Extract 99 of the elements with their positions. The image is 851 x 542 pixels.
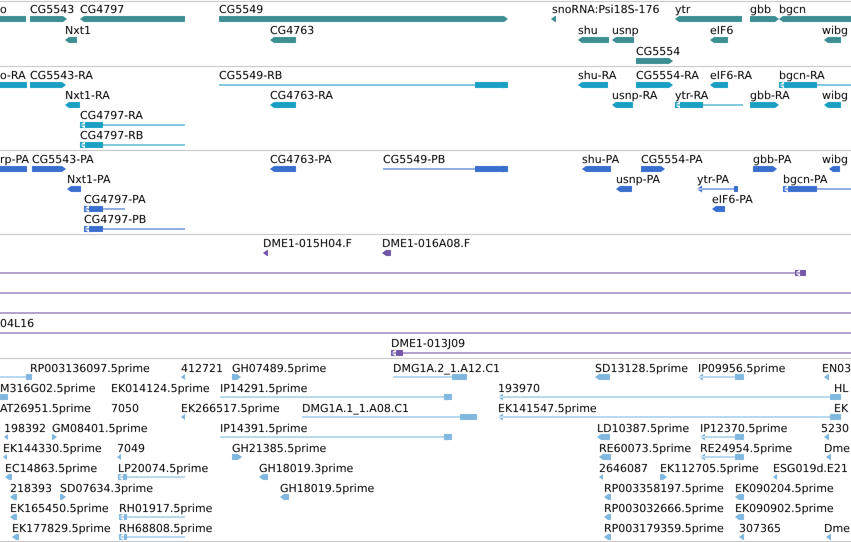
- feature-label: gbb-RA: [750, 89, 790, 102]
- feature-label: ytr-RA: [675, 89, 708, 102]
- feature-label: SD13128.5prime: [595, 362, 688, 375]
- feature-label: shu-PA: [582, 153, 620, 166]
- feature-label: DME1-015H04.F: [263, 237, 352, 250]
- feature-label: DME1-016A08.F: [382, 237, 470, 250]
- feature-label: CG4797: [80, 3, 124, 16]
- feature-label: DMG1A.1_1.A08.C1: [302, 402, 410, 415]
- feature-label: 7049: [117, 442, 145, 455]
- feature-label: EC14863.5prime: [5, 462, 98, 475]
- feature-label: DMG1A.2_1.A12.C1: [393, 362, 500, 375]
- feature-label: EN03: [822, 362, 851, 375]
- feature-label: eIF6-RA: [710, 69, 752, 82]
- feature-label: CG4797-PA: [84, 193, 146, 206]
- feature-label: CG5543-PA: [32, 153, 94, 166]
- feature-label: CG4797-RA: [80, 109, 143, 122]
- feature-label: GH18019.3prime: [259, 462, 354, 475]
- feature-label: CG5549: [219, 3, 264, 16]
- feature-label: gbb-PA: [753, 153, 792, 166]
- feature-label: 412721: [181, 362, 223, 375]
- feature-label: 218393: [10, 482, 52, 495]
- feature-label: 307365: [739, 522, 781, 535]
- feature-label: DME1-013J09: [391, 337, 466, 350]
- feature-label: CG5543-RA: [30, 69, 93, 82]
- feature-label: ytr-PA: [697, 173, 730, 186]
- feature-label: 04L16: [0, 317, 34, 330]
- feature-label: GM08401.5prime: [52, 422, 148, 435]
- feature-label: LD10387.5prime: [597, 422, 690, 435]
- feature-label: Dme: [824, 522, 850, 535]
- feature-label: IP12370.5prime: [700, 422, 788, 435]
- feature-label: bgcn-PA: [783, 173, 828, 186]
- feature-label: CG5554-PA: [641, 153, 703, 166]
- feature-label: ytr: [675, 3, 690, 16]
- feature-label: Dme: [824, 442, 850, 455]
- feature-label: IP14391.5prime: [220, 422, 308, 435]
- feature-label: 7050: [111, 402, 139, 415]
- feature-label: EK165450.5prime: [10, 502, 109, 515]
- feature-label: 198392: [4, 422, 46, 435]
- feature-label: CG5549-RB: [219, 69, 282, 82]
- feature-label: Nxt1: [65, 24, 92, 37]
- feature-label: eIF6: [710, 24, 734, 37]
- feature-label: RH68808.5prime: [119, 522, 212, 535]
- feature-label: CG4763-RA: [270, 89, 333, 102]
- feature-label: M316G02.5prime: [0, 382, 96, 395]
- feature-label: 193970: [498, 382, 540, 395]
- feature-label: EK112705.5prime: [660, 462, 759, 475]
- feature-label: RP003358197.5prime: [604, 482, 724, 495]
- feature-label: RE24954.5prime: [700, 442, 792, 455]
- feature-label: snoRNA:Psi18S-176: [552, 3, 660, 16]
- feature-label: CG5554-RA: [636, 69, 699, 82]
- feature-label: HL: [834, 382, 848, 395]
- feature-label: o: [0, 3, 7, 16]
- feature-label: IP14291.5prime: [220, 382, 308, 395]
- feature-label: EK090902.5prime: [735, 502, 834, 515]
- feature-label: wibg: [822, 89, 848, 102]
- feature-label: wibg: [822, 24, 848, 37]
- feature-label: AT26951.5prime: [0, 402, 91, 415]
- feature-label: RP003136097.5prime: [30, 362, 150, 375]
- feature-label: RE60073.5prime: [599, 442, 692, 455]
- feature-label: GH07489.5prime: [232, 362, 326, 375]
- feature-label: gbb: [750, 3, 771, 16]
- feature-label: CG4797-PB: [84, 213, 146, 226]
- feature-label: EK177829.5prime: [12, 522, 111, 535]
- feature-label: 5230: [821, 422, 849, 435]
- feature-label: wibg: [822, 153, 848, 166]
- feature-label: usnp: [612, 24, 639, 37]
- feature-label: CG5549-PB: [383, 153, 446, 166]
- feature-label: CG4763: [270, 24, 314, 37]
- feature-label: SD07634.3prime: [60, 482, 153, 495]
- feature-label: eIF6-PA: [712, 193, 753, 206]
- feature-label: RP003179359.5prime: [604, 522, 724, 535]
- feature-label: EK: [834, 402, 848, 415]
- feature-label: Nxt1-PA: [67, 173, 110, 186]
- feature-label: 2646087: [599, 462, 648, 475]
- feature-label: CG4797-RB: [80, 129, 144, 142]
- feature-label: bgcn-RA: [779, 69, 825, 82]
- feature-label: EK266517.5prime: [181, 402, 280, 415]
- feature-label: RH01917.5prime: [119, 502, 212, 515]
- feature-label: rp-PA: [0, 153, 29, 166]
- feature-label: EK014124.5prime: [111, 382, 210, 395]
- feature-label: GH18019.5prime: [280, 482, 374, 495]
- feature-label: bgcn: [779, 3, 806, 16]
- feature-label: CG4763-PA: [270, 153, 332, 166]
- feature-label: o-RA: [0, 69, 26, 82]
- feature-label: CG5543: [30, 3, 74, 16]
- feature-label: Nxt1-RA: [65, 89, 110, 102]
- feature-label: shu-RA: [578, 69, 616, 82]
- feature-label: EK141547.5prime: [498, 402, 597, 415]
- feature-label: usnp-PA: [616, 173, 660, 186]
- feature-label: IP09956.5prime: [698, 362, 786, 375]
- feature-label: CG5554: [636, 45, 680, 58]
- feature-label: shu: [578, 24, 598, 37]
- feature-label: ESG019d.E21: [773, 462, 848, 475]
- feature-label: RP003032666.5prime: [604, 502, 724, 515]
- feature-label: GH21385.5prime: [232, 442, 326, 455]
- feature-label: LP20074.5prime: [118, 462, 208, 475]
- feature-label: EK144330.5prime: [3, 442, 102, 455]
- feature-label: usnp-RA: [612, 89, 658, 102]
- feature-label: EK090204.5prime: [735, 482, 834, 495]
